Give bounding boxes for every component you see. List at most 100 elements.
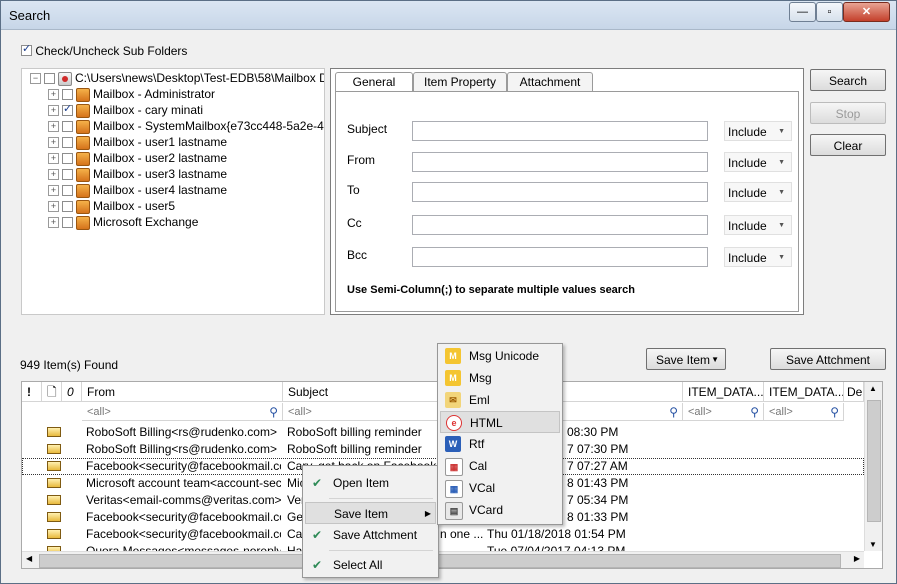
menu-item-save-item[interactable]: Save Item ▶ (305, 502, 436, 524)
tab-attachment[interactable]: Attachment (507, 72, 593, 91)
expand-icon[interactable]: + (48, 89, 59, 101)
menu-item-open-item[interactable]: ✔ Open Item (305, 472, 436, 494)
maximize-button[interactable]: ▫ (816, 2, 843, 22)
tree-item-label: Mailbox - Administrator (93, 87, 216, 101)
context-menu[interactable]: ✔ Open Item Save Item ▶ ✔ Save Attchment ✔ S… (302, 465, 439, 578)
scroll-left-icon[interactable]: ◀ (26, 554, 32, 563)
tree-item[interactable]: + Mailbox - SystemMailbox{e73cc448-5a2e-4… (48, 119, 324, 135)
tree-item[interactable]: + Mailbox - user3 lastname (48, 167, 227, 183)
to-input[interactable] (412, 182, 708, 202)
minimize-button[interactable]: — (789, 2, 816, 22)
tree-item[interactable]: + Mailbox - user5 (48, 199, 175, 215)
submenu-item-vcard[interactable]: ▤ VCard (440, 499, 560, 521)
magnifier-icon[interactable]: ⚲ (669, 403, 678, 421)
save-item-submenu[interactable]: M Msg Unicode M Msg ✉ Eml e HTML W Rtf ▦ Cal ▦… (437, 343, 563, 525)
expand-icon[interactable]: + (48, 153, 59, 165)
submenu-item-rtf[interactable]: W Rtf (440, 433, 560, 455)
tree-item[interactable]: + Mailbox - user4 lastname (48, 183, 227, 199)
tree-item-checkbox[interactable] (62, 153, 73, 165)
del-column-header[interactable]: Del (844, 382, 864, 402)
scroll-thumb[interactable] (39, 554, 841, 568)
cc-input[interactable] (412, 215, 708, 235)
submenu-item-cal[interactable]: ▦ Cal (440, 455, 560, 477)
flag-column-header[interactable]: ! (22, 382, 42, 402)
expand-icon[interactable]: + (48, 121, 59, 133)
check-subfolders-checkbox[interactable] (21, 42, 32, 57)
scroll-right-icon[interactable]: ▶ (854, 554, 860, 563)
table-row[interactable]: Facebook<security@facebookmail.com>Carn … (22, 526, 864, 543)
tree-item-checkbox[interactable] (62, 89, 73, 101)
bcc-mode-select[interactable]: Include ▼ (724, 247, 792, 267)
tree-item-checkbox[interactable] (62, 217, 73, 229)
submenu-item-vcal[interactable]: ▦ VCal (440, 477, 560, 499)
magnifier-icon[interactable]: ⚲ (269, 403, 278, 421)
expand-icon[interactable]: + (48, 105, 59, 117)
tree-root-checkbox[interactable] (44, 73, 55, 85)
folder-tree[interactable]: − C:\Users\news\Desktop\Test-EDB\58\Mailb… (21, 68, 325, 315)
check-subfolders[interactable]: Check/Uncheck Sub Folders (21, 42, 187, 58)
submenu-item-html[interactable]: e HTML (440, 411, 560, 433)
from-input[interactable] (412, 152, 708, 172)
stop-button[interactable]: Stop (810, 102, 886, 124)
document-column-header[interactable]: 🗋 (42, 382, 62, 402)
item-data-filter-2[interactable]: <all> ⚲ (764, 403, 844, 421)
item-data-filter-1[interactable]: <all> ⚲ (683, 403, 764, 421)
horizontal-scrollbar[interactable]: ◀ ▶ (22, 551, 864, 568)
submenu-item-eml[interactable]: ✉ Eml (440, 389, 560, 411)
submenu-item-msg[interactable]: M Msg (440, 367, 560, 389)
subject-mode-select[interactable]: Include ▼ (724, 121, 792, 141)
tree-item[interactable]: + Mailbox - Administrator (48, 87, 215, 103)
from-filter[interactable]: <all> ⚲ (82, 403, 283, 421)
item-data-column-header-2[interactable]: ITEM_DATA... (764, 382, 844, 402)
search-button[interactable]: Search (810, 69, 886, 91)
from-column-header[interactable]: From (82, 382, 283, 402)
subject-mode-value: Include (728, 125, 767, 139)
expand-icon[interactable]: + (48, 217, 59, 229)
magnifier-icon[interactable]: ⚲ (830, 403, 839, 421)
tab-item-property[interactable]: Item Property (413, 72, 507, 91)
tree-item[interactable]: + Mailbox - cary minati (48, 102, 203, 119)
scroll-up-icon[interactable]: ▲ (869, 384, 877, 393)
submenu-item-label: Msg (469, 371, 492, 385)
attachment-column-header[interactable]: 0 (62, 382, 82, 402)
tree-item-checkbox[interactable] (62, 102, 73, 117)
magnifier-icon[interactable]: ⚲ (750, 403, 759, 421)
submenu-item-msg-unicode[interactable]: M Msg Unicode (440, 345, 560, 367)
item-data-column-header-1[interactable]: ITEM_DATA... (683, 382, 764, 402)
expand-icon[interactable]: + (48, 201, 59, 213)
menu-separator (329, 498, 433, 499)
from-mode-select[interactable]: Include ▼ (724, 152, 792, 172)
envelope-icon (47, 478, 61, 488)
expand-icon[interactable]: + (48, 185, 59, 197)
tree-item-checkbox[interactable] (62, 121, 73, 133)
subject-input[interactable] (412, 121, 708, 141)
tree-item-checkbox[interactable] (62, 137, 73, 149)
tree-item-checkbox[interactable] (62, 169, 73, 181)
collapse-icon[interactable]: − (30, 73, 41, 85)
menu-item-select-all[interactable]: ✔ Select All (305, 554, 436, 576)
tree-item[interactable]: + Mailbox - user2 lastname (48, 151, 227, 167)
save-item-dropdown-button[interactable]: Save Item ▼ (646, 348, 726, 370)
to-mode-select[interactable]: Include ▼ (724, 182, 792, 202)
tab-general[interactable]: General (335, 72, 413, 92)
table-row[interactable]: Quora Messages<messages-noreply@...HaTue… (22, 543, 864, 551)
menu-item-save-attachment[interactable]: ✔ Save Attchment (305, 524, 436, 546)
vertical-scrollbar[interactable]: ▲ ▼ (864, 382, 882, 551)
tree-item-checkbox[interactable] (62, 201, 73, 213)
save-attachment-button[interactable]: Save Attchment (770, 348, 886, 370)
bcc-input[interactable] (412, 247, 708, 267)
cc-mode-select[interactable]: Include ▼ (724, 215, 792, 235)
close-button[interactable]: ✕ (843, 2, 890, 22)
scroll-thumb[interactable] (867, 400, 881, 522)
dropdown-arrow-icon: ▼ (778, 159, 785, 166)
tree-item[interactable]: + Microsoft Exchange (48, 215, 198, 231)
tree-item-label: Mailbox - user5 (93, 199, 176, 213)
tree-item[interactable]: + Mailbox - user1 lastname (48, 135, 227, 151)
tree-item-checkbox[interactable] (62, 185, 73, 197)
clear-button[interactable]: Clear (810, 134, 886, 156)
expand-icon[interactable]: + (48, 169, 59, 181)
expand-icon[interactable]: + (48, 137, 59, 149)
envelope-icon (47, 512, 61, 522)
scroll-down-icon[interactable]: ▼ (869, 540, 877, 549)
tree-root[interactable]: − C:\Users\news\Desktop\Test-EDB\58\Mailb… (30, 71, 324, 87)
